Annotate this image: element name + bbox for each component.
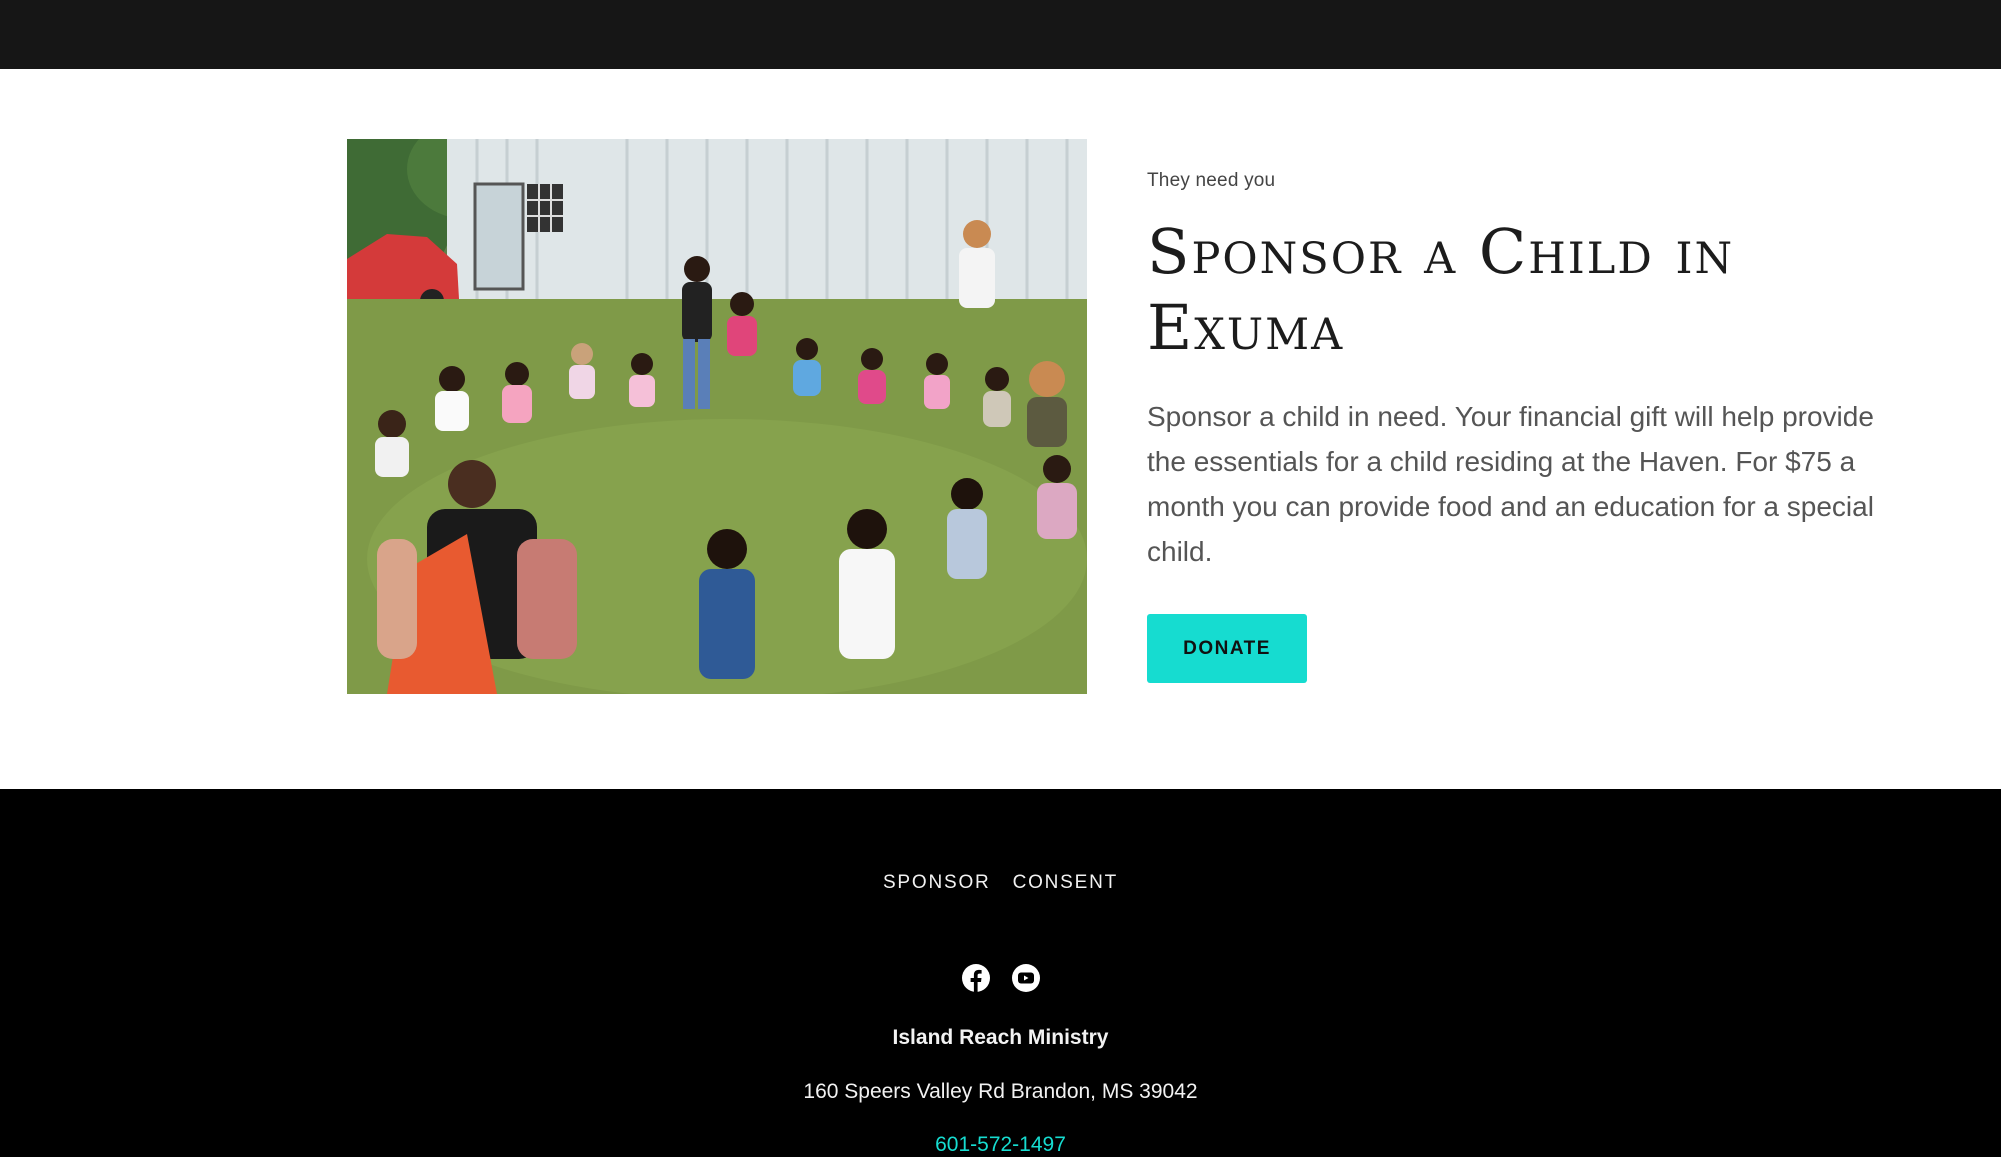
top-bar [0, 0, 2001, 69]
organization-name: Island Reach Ministry [892, 1026, 1109, 1049]
eyebrow-text: They need you [1147, 170, 1276, 191]
facebook-icon[interactable] [961, 963, 991, 993]
sponsor-content: They need you Sponsor a Child in Exuma S… [1147, 170, 1887, 683]
site-footer: SPONSOR CONSENT Island Reach Ministry 16… [0, 789, 2001, 1157]
footer-nav: SPONSOR CONSENT [0, 872, 2001, 894]
page-title: Sponsor a Child in Exuma [1147, 215, 1735, 364]
donate-button[interactable]: DONATE [1147, 614, 1307, 683]
children-circle-photo [347, 139, 1087, 694]
phone: 601-572-1497 [0, 1133, 2001, 1157]
phone-link[interactable]: 601-572-1497 [935, 1133, 1066, 1156]
social-links [0, 963, 2001, 993]
address: 160 Speers Valley Rd Brandon, MS 39042 [803, 1080, 1198, 1103]
youtube-icon[interactable] [1011, 963, 1041, 993]
footer-link-consent[interactable]: CONSENT [1013, 872, 1119, 894]
sponsor-description: Sponsor a child in need. Your financial … [1147, 401, 1874, 567]
footer-link-sponsor[interactable]: SPONSOR [883, 872, 991, 894]
